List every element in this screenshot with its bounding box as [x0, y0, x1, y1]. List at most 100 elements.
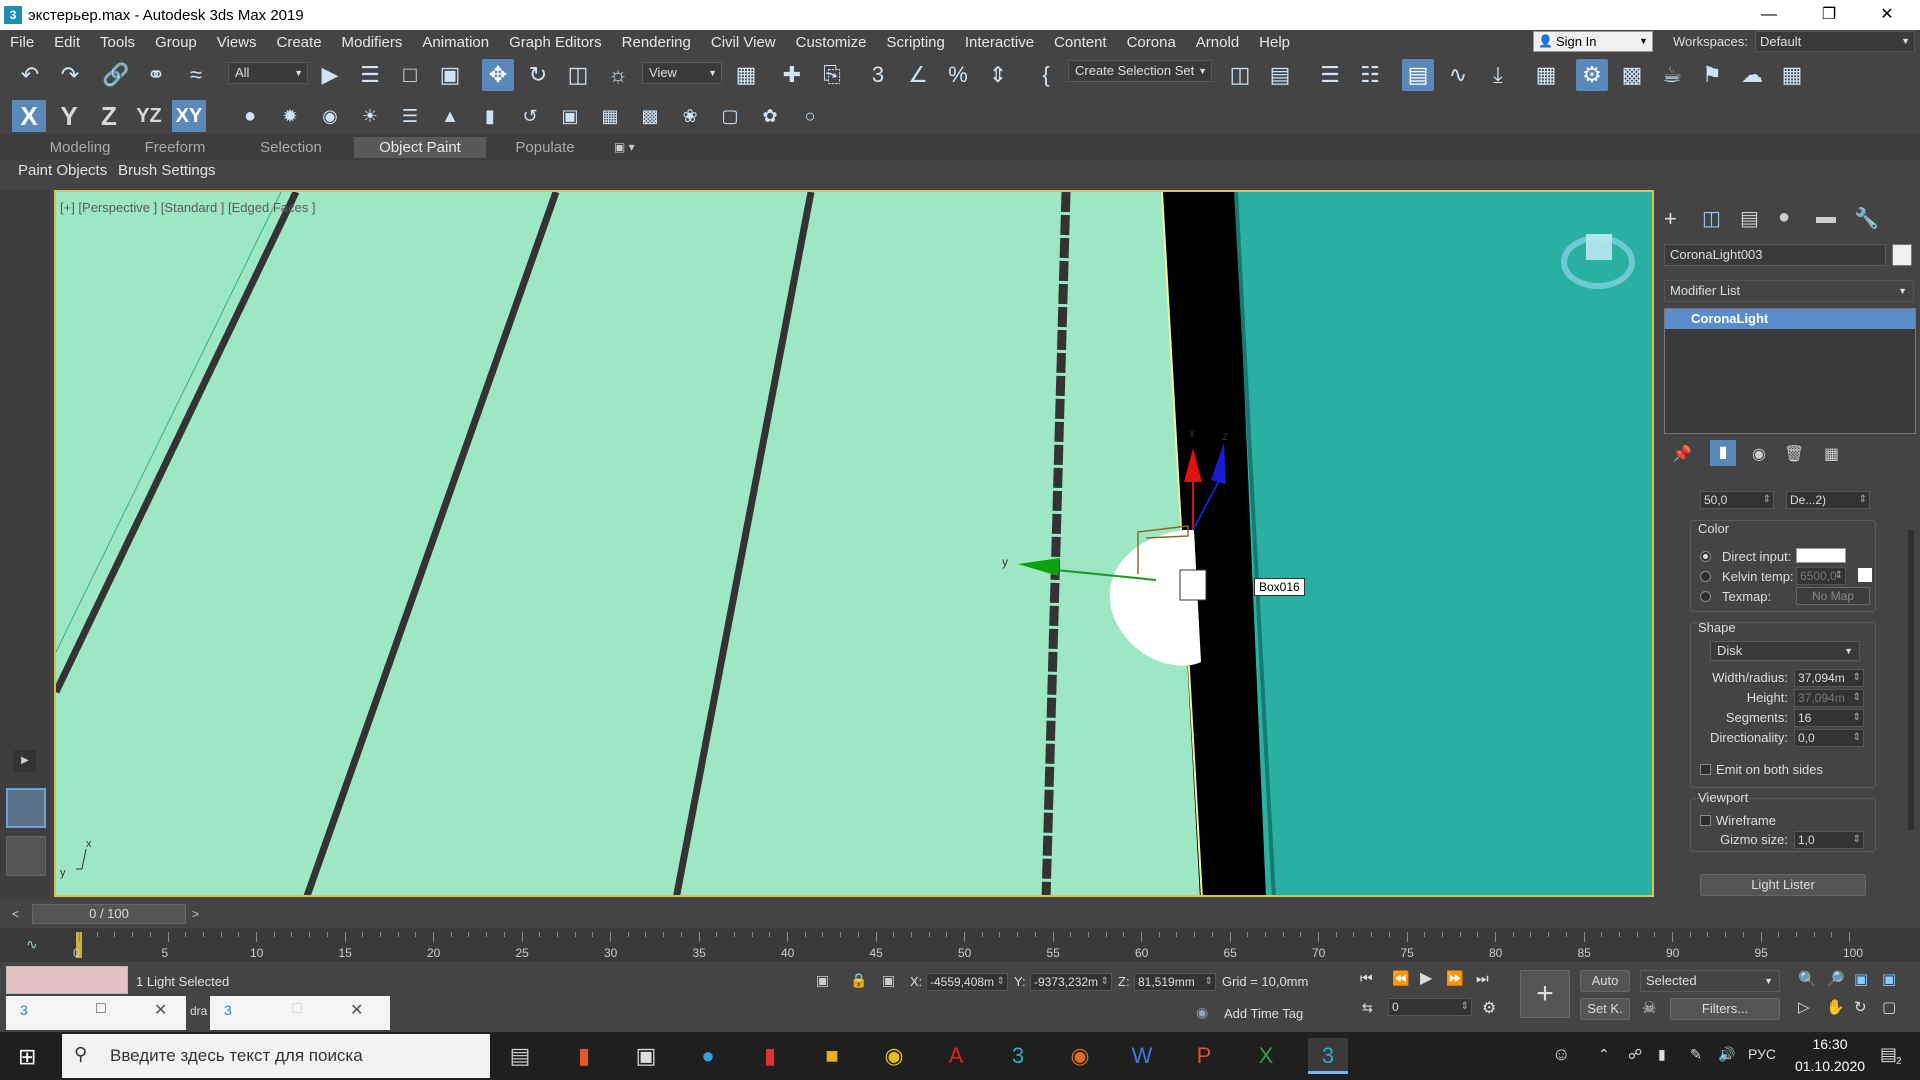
volume-icon[interactable]: 🔊 [1718, 1046, 1735, 1063]
edit-named-selection-icon[interactable]: { [1030, 59, 1062, 91]
prev-frame-icon[interactable]: < [12, 907, 19, 921]
menu-scripting[interactable]: Scripting [876, 34, 954, 51]
viewcube-icon[interactable] [1586, 234, 1612, 260]
maximize-icon[interactable]: □ [96, 1000, 106, 1018]
menu-rendering[interactable]: Rendering [612, 34, 701, 51]
menu-views[interactable]: Views [207, 34, 267, 51]
viewport-label[interactable]: [+] [Perspective ] [Standard ] [Edged Fa… [60, 200, 315, 215]
make-unique-icon[interactable]: ◉ [1752, 444, 1766, 464]
stack-item-coronalight[interactable]: CoronaLight [1665, 309, 1915, 329]
menu-tools[interactable]: Tools [90, 34, 145, 51]
manipulate-icon[interactable]: ✚ [776, 59, 808, 91]
place-icon[interactable]: ☼ [602, 59, 634, 91]
redo-icon[interactable]: ↷ [54, 59, 86, 91]
gizmo-y-arrow[interactable] [1018, 558, 1060, 576]
render-cloud-icon[interactable]: ☁ [1736, 59, 1768, 91]
named-selection-dropdown[interactable]: Create Selection Set [1068, 60, 1212, 82]
field-of-view-icon[interactable]: ▷ [1798, 998, 1810, 1016]
pan-hand-icon[interactable]: ✋ [1826, 998, 1845, 1016]
kelvin-spinner[interactable]: 6500,0 [1796, 567, 1846, 585]
converter-icon[interactable]: ✿ [754, 100, 786, 132]
shape-dropdown[interactable]: Disk ▼ [1710, 641, 1860, 661]
absolute-mode-icon[interactable]: ▣ [882, 972, 895, 989]
battery-icon[interactable]: ▮ [1658, 1046, 1666, 1063]
angle-snap-icon[interactable]: ∠ [902, 59, 934, 91]
close-icon[interactable]: ✕ [154, 1000, 167, 1020]
rect-selection-icon[interactable]: □ [394, 59, 426, 91]
modify-tab-icon[interactable]: ◫ [1702, 206, 1721, 231]
explorer-icon[interactable]: ■ [812, 1038, 852, 1074]
unlink-icon[interactable]: ⚭ [140, 59, 172, 91]
expand-arrow-icon[interactable]: ▶ [14, 750, 36, 772]
texmap-radio[interactable] [1700, 591, 1711, 602]
keyboard-shortcut-icon[interactable]: ⎘ [816, 59, 848, 91]
command-panel-scrollbar[interactable] [1908, 530, 1914, 830]
mini-window-1[interactable]: 3 □ ✕ [6, 996, 186, 1030]
menu-create[interactable]: Create [267, 34, 332, 51]
spinner-snap-icon[interactable]: ⇕ [982, 59, 1014, 91]
wireframe-checkbox[interactable] [1700, 815, 1711, 826]
light-bulb-icon[interactable]: ● [234, 100, 266, 132]
mini-window-2[interactable]: 3 □ ✕ [210, 996, 390, 1030]
z-coord-spinner[interactable]: 81,519mm [1134, 973, 1216, 991]
menu-corona[interactable]: Corona [1117, 34, 1186, 51]
maximize-viewport-icon[interactable]: ▢ [1882, 998, 1896, 1016]
align-icon[interactable]: ▤ [1264, 59, 1296, 91]
viewport-layout-tab-1[interactable] [6, 788, 46, 828]
emit-both-sides-checkbox[interactable] [1700, 764, 1711, 775]
orbit-icon[interactable]: ↻ [1854, 998, 1867, 1016]
set-key-button[interactable]: Set K. [1580, 998, 1630, 1020]
move-icon[interactable]: ✥ [482, 59, 514, 91]
scale-icon[interactable]: ◫ [562, 59, 594, 91]
curve-editor-icon[interactable]: ∿ [1442, 59, 1474, 91]
paint-objects-panel[interactable]: Paint Objects [18, 162, 107, 179]
menu-customize[interactable]: Customize [786, 34, 877, 51]
direct-input-radio[interactable] [1700, 551, 1711, 562]
next-frame-icon[interactable]: > [192, 907, 199, 921]
motion-tab-icon[interactable]: ● [1778, 206, 1790, 229]
rotate-icon[interactable]: ↻ [522, 59, 554, 91]
prev-key-icon[interactable]: ⏪ [1392, 970, 1409, 987]
word-icon[interactable]: W [1122, 1038, 1162, 1074]
decal-icon[interactable]: ▦ [594, 100, 626, 132]
app-icon[interactable]: 3 [4, 6, 22, 24]
menu-interactive[interactable]: Interactive [955, 34, 1044, 51]
configure-sets-icon[interactable]: ▦ [1824, 444, 1839, 464]
box016-object[interactable] [1179, 569, 1207, 601]
workspace-select[interactable]: Default ▼ [1755, 31, 1915, 52]
current-frame-spinner[interactable]: 0 [1388, 998, 1472, 1016]
remove-modifier-icon[interactable]: 🗑 [1784, 444, 1804, 464]
menu-arnold[interactable]: Arnold [1186, 34, 1249, 51]
menu-modifiers[interactable]: Modifiers [332, 34, 413, 51]
network-icon[interactable]: ☍ [1628, 1046, 1642, 1063]
key-filters-icon[interactable]: ☠ [1642, 998, 1656, 1018]
tab-populate[interactable]: Populate [500, 137, 590, 158]
paint-icon[interactable]: ◉ [1060, 1038, 1100, 1074]
segments-spinner[interactable]: 16 [1794, 709, 1864, 727]
render-grid-icon[interactable]: ▦ [1776, 59, 1808, 91]
display-tab-icon[interactable]: ▬ [1816, 206, 1836, 229]
width-radius-spinner[interactable]: 37,094m [1794, 669, 1864, 687]
ribbon-options-icon[interactable]: ▣ ▾ [614, 140, 635, 154]
reader-icon[interactable]: ▮ [750, 1038, 790, 1074]
select-object-icon[interactable]: ▶ [314, 59, 346, 91]
corona-camera-icon[interactable]: ↺ [514, 100, 546, 132]
set-key-big-icon[interactable]: + [1520, 970, 1570, 1018]
isolate-selection-icon[interactable]: ▣ [816, 972, 829, 989]
excel-icon[interactable]: X [1246, 1038, 1286, 1074]
time-config-icon[interactable]: ⚙ [1482, 998, 1496, 1018]
reference-coord-dropdown[interactable]: View [642, 62, 722, 84]
maximize-icon[interactable]: ❐ [1800, 0, 1858, 30]
modifier-list-dropdown[interactable]: Modifier List ▼ [1664, 280, 1914, 302]
menu-help[interactable]: Help [1249, 34, 1300, 51]
close-icon[interactable]: ✕ [350, 1000, 363, 1020]
zoom-all-icon[interactable]: 🔎 [1826, 970, 1845, 988]
axis-x-button[interactable]: X [12, 100, 46, 132]
height-spinner[interactable]: 37,094m [1794, 689, 1864, 707]
window-crossing-icon[interactable]: ▣ [434, 59, 466, 91]
sky-icon[interactable]: ▩ [634, 100, 666, 132]
play-icon[interactable]: ▶ [1420, 968, 1432, 988]
clock-time[interactable]: 16:30 [1800, 1036, 1860, 1052]
axis-xy-button[interactable]: XY [172, 100, 206, 132]
layer-explorer-icon[interactable]: ☷ [1354, 59, 1386, 91]
